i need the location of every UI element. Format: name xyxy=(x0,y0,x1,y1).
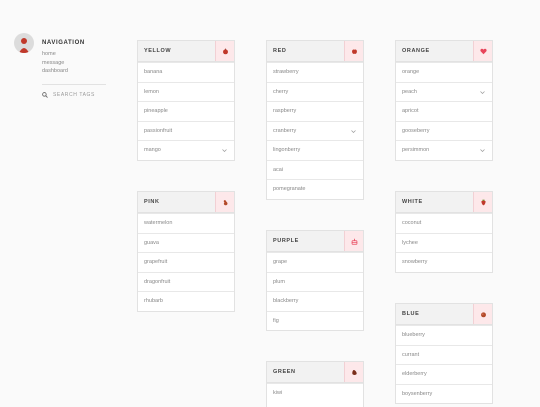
avatar[interactable] xyxy=(14,33,34,53)
card-purple: PURPLE grape plum blackberry fig xyxy=(266,230,364,331)
card-header: ORANGE xyxy=(396,41,492,62)
list-item[interactable]: cranberry xyxy=(267,120,363,141)
list-item[interactable]: dragonfruit xyxy=(138,271,234,292)
card-title: GREEN xyxy=(273,369,296,375)
list-item[interactable]: cherry xyxy=(267,81,363,102)
list-item[interactable]: boysenberry xyxy=(396,383,492,404)
list-item[interactable]: lemon xyxy=(138,81,234,102)
heart-icon[interactable] xyxy=(473,41,492,61)
list-item[interactable]: elderberry xyxy=(396,364,492,384)
list-item[interactable]: gooseberry xyxy=(396,120,492,141)
list-item[interactable]: passionfruit xyxy=(138,120,234,141)
card-header: GREEN xyxy=(267,362,363,383)
list-item[interactable]: fig xyxy=(267,310,363,331)
list-item[interactable]: rhubarb xyxy=(138,291,234,311)
list-item[interactable]: peach xyxy=(396,81,492,102)
avocado-icon[interactable] xyxy=(344,362,363,382)
list-item[interactable]: coconut xyxy=(396,213,492,233)
card-title: PURPLE xyxy=(273,238,299,244)
card-title: ORANGE xyxy=(402,48,430,54)
card-blue: BLUE blueberry currant elderberry boysen… xyxy=(395,303,493,404)
nav-link-home[interactable]: home xyxy=(42,50,68,59)
card-header: RED xyxy=(267,41,363,62)
list-item[interactable]: guava xyxy=(138,232,234,253)
list-item[interactable]: blackberry xyxy=(267,291,363,311)
list-item[interactable]: plum xyxy=(267,271,363,292)
list-item[interactable]: lychee xyxy=(396,232,492,253)
card-pink: PINK watermelon guava grapefruit dragonf… xyxy=(137,191,235,312)
divider xyxy=(42,84,106,85)
avatar-figure-icon xyxy=(19,38,29,53)
list-item[interactable]: banana xyxy=(138,62,234,82)
card-title: YELLOW xyxy=(144,48,172,54)
list-item[interactable]: mango xyxy=(138,140,234,160)
strawberry-icon[interactable] xyxy=(473,192,492,212)
list-item[interactable]: persimmon xyxy=(396,140,492,160)
search-tags[interactable]: SEARCH TAGS xyxy=(42,92,95,98)
list-item[interactable]: kiwi xyxy=(267,383,363,403)
search-icon xyxy=(42,92,48,98)
navigation-title: NAVIGATION xyxy=(42,40,85,46)
list-item[interactable]: lingonberry xyxy=(267,140,363,160)
nav-link-message[interactable]: message xyxy=(42,59,68,68)
chevron-down-icon[interactable] xyxy=(480,148,485,153)
card-title: WHITE xyxy=(402,199,423,205)
list-item[interactable]: watermelon xyxy=(138,213,234,233)
card-header: BLUE xyxy=(396,304,492,325)
cake-icon[interactable] xyxy=(344,231,363,251)
card-red: RED strawberry cherry raspberry cranberr… xyxy=(266,40,364,200)
list-item[interactable]: apricot xyxy=(396,101,492,121)
list-item[interactable]: pineapple xyxy=(138,101,234,121)
list-item[interactable]: snowberry xyxy=(396,252,492,272)
list-item[interactable]: acai xyxy=(267,159,363,180)
list-item[interactable]: grape xyxy=(267,252,363,272)
list-item[interactable]: blueberry xyxy=(396,325,492,345)
card-orange: ORANGE orange peach apricot gooseberry p… xyxy=(395,40,493,161)
list-item[interactable]: currant xyxy=(396,344,492,365)
card-title: PINK xyxy=(144,199,160,205)
list-item[interactable]: raspberry xyxy=(267,101,363,121)
card-green: GREEN kiwi xyxy=(266,361,364,407)
chevron-down-icon[interactable] xyxy=(480,90,485,95)
card-header: WHITE xyxy=(396,192,492,213)
chevron-down-icon[interactable] xyxy=(351,129,356,134)
card-header: PURPLE xyxy=(267,231,363,252)
apple-icon[interactable] xyxy=(344,41,363,61)
card-title: BLUE xyxy=(402,311,420,317)
pear-icon[interactable] xyxy=(215,192,234,212)
chevron-down-icon[interactable] xyxy=(222,148,227,153)
card-yellow: YELLOW banana lemon pineapple passionfru… xyxy=(137,40,235,161)
card-header: PINK xyxy=(138,192,234,213)
grapefruit-icon[interactable] xyxy=(215,41,234,61)
list-item[interactable]: grapefruit xyxy=(138,252,234,272)
card-white: WHITE coconut lychee snowberry xyxy=(395,191,493,273)
nav-link-dashboard[interactable]: dashboard xyxy=(42,67,68,76)
list-item[interactable]: pomegranate xyxy=(267,179,363,199)
card-title: RED xyxy=(273,48,287,54)
list-item[interactable]: strawberry xyxy=(267,62,363,82)
list-item[interactable]: orange xyxy=(396,62,492,82)
berry-icon[interactable] xyxy=(473,304,492,324)
card-header: YELLOW xyxy=(138,41,234,62)
search-tags-label: SEARCH TAGS xyxy=(53,92,95,98)
nav-links: home message dashboard xyxy=(42,50,68,76)
